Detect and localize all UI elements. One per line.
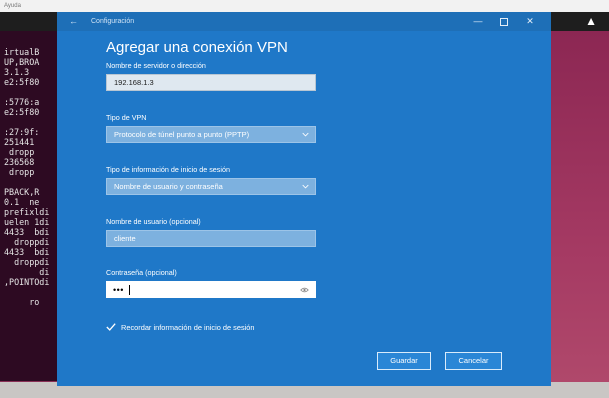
checkmark-icon [106,323,116,331]
terminal-line: droppdi [4,237,50,247]
text-cursor [129,285,130,295]
terminal-line: :5776:a [4,97,40,107]
terminal-line: dropp [4,167,35,177]
remember-label: Recordar información de inicio de sesión [121,322,255,332]
username-input[interactable]: cliente [106,230,316,247]
desktop-background [551,31,609,398]
terminal-line: UP,BROA [4,57,40,67]
terminal-line: uelen 1di [4,217,50,227]
terminal-line: prefixldi [4,207,50,217]
username-label: Nombre de usuario (opcional) [106,217,201,226]
terminal-line: :27:9f: [4,127,40,137]
password-input[interactable]: ••• [106,281,316,298]
terminal-line: droppdi [4,257,50,267]
server-label: Nombre de servidor o dirección [106,61,206,70]
terminal-line: 3.1.3 [4,67,30,77]
settings-window: ← Configuración — ✕ Agregar una conexión… [57,12,551,386]
back-arrow-icon[interactable]: ← [69,12,78,31]
terminal-line: 4433 bdi [4,247,50,257]
chevron-down-icon [302,184,309,189]
username-value: cliente [114,234,136,243]
terminal-line: PBACK,R [4,187,40,197]
password-mask: ••• [113,285,124,295]
password-label: Contraseña (opcional) [106,268,177,277]
server-input[interactable]: 192.168.1.3 [106,74,316,91]
terminal-line: e2:5f80 [4,77,40,87]
close-icon[interactable]: ✕ [517,12,543,31]
server-value: 192.168.1.3 [114,78,154,87]
minimize-icon[interactable]: — [465,12,491,31]
vpn-type-select[interactable]: Protocolo de túnel punto a punto (PPTP) [106,126,316,143]
terminal-line: di [4,267,50,277]
host-app-menu: Ayuda [0,0,609,12]
terminal-line: ,POINTOdi [4,277,50,287]
vpn-type-label: Tipo de VPN [106,113,147,122]
vpn-type-value: Protocolo de túnel punto a punto (PPTP) [114,130,250,139]
terminal-line: irtualB [4,47,40,57]
terminal-line: 251441 [4,137,35,147]
eye-icon[interactable] [300,286,309,294]
terminal-line: ro [4,297,40,307]
host-menu-label[interactable]: Ayuda [4,3,21,9]
signin-type-label: Tipo de información de inicio de sesión [106,165,230,174]
terminal-line: e2:5f80 [4,107,40,117]
remember-checkbox[interactable]: Recordar información de inicio de sesión [106,321,255,333]
person-icon[interactable]: ▲ [585,14,597,28]
signin-type-select[interactable]: Nombre de usuario y contraseña [106,178,316,195]
window-title-bar: ← Configuración — ✕ [57,12,551,31]
terminal-line: 236568 [4,157,35,167]
cancel-button[interactable]: Cancelar [445,352,502,370]
signin-type-value: Nombre de usuario y contraseña [114,182,223,191]
terminal-line: dropp [4,147,35,157]
maximize-icon[interactable] [491,12,517,31]
chevron-down-icon [302,132,309,137]
terminal-line: 4433 bdi [4,227,50,237]
page-title: Agregar una conexión VPN [106,39,288,56]
window-title: Configuración [91,18,135,25]
save-button[interactable]: Guardar [377,352,431,370]
terminal-line: 0.1 ne [4,197,40,207]
terminal-output: irtualB UP,BROA 3.1.3 e2:5f80 :5776:a e2:5f8… [0,31,60,381]
